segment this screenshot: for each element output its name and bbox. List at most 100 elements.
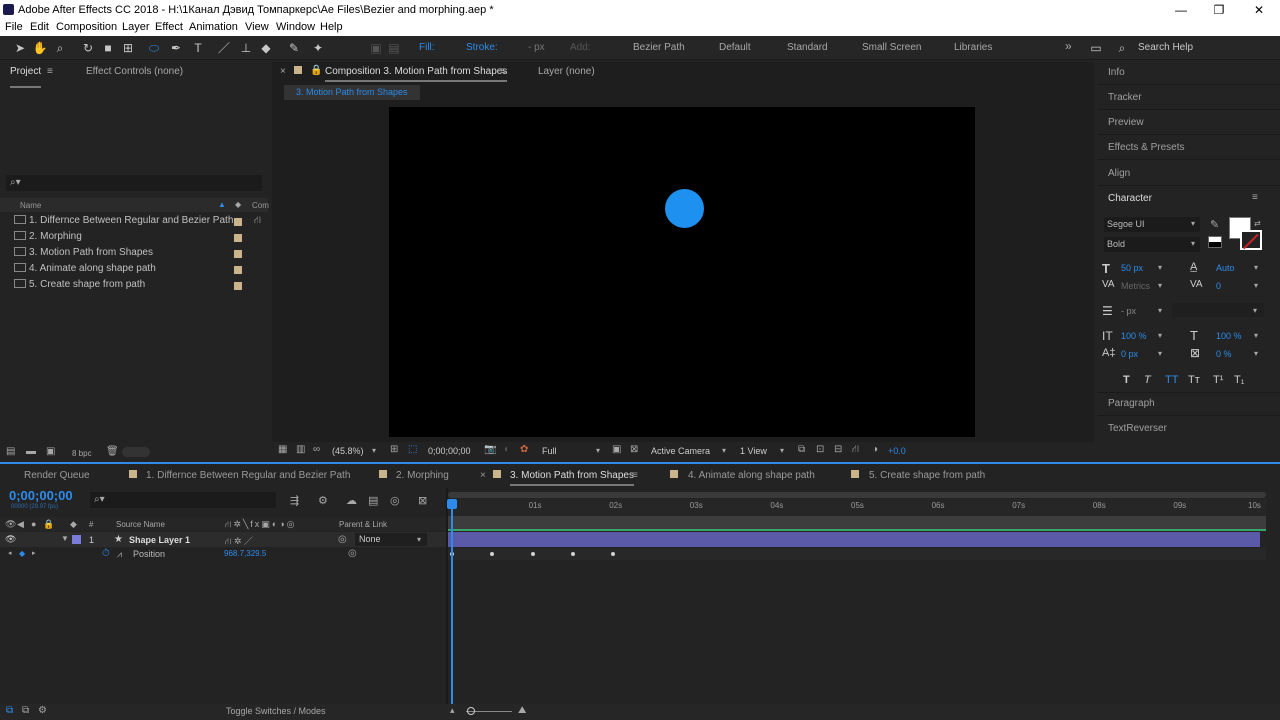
stroke-width-value[interactable]: - px	[528, 42, 545, 53]
column-comment[interactable]: Com	[252, 201, 269, 210]
prev-keyframe-icon[interactable]: ◂	[8, 549, 12, 557]
layer-switches-pane-icon[interactable]: ⧉	[6, 705, 13, 716]
transfer-controls-pane-icon[interactable]: ⧉	[22, 705, 29, 716]
camera-tool-icon[interactable]: ■	[100, 40, 116, 56]
project-search-input[interactable]: ⌕▾	[6, 175, 262, 191]
chevron-down-icon[interactable]: ▾	[1158, 306, 1162, 315]
rotation-tool-icon[interactable]: ↻	[80, 40, 96, 56]
sync-settings-icon[interactable]: ▭	[1088, 40, 1104, 56]
view-layout-dropdown[interactable]: 1 View	[740, 446, 767, 456]
composition-menu-icon[interactable]: ≡	[500, 66, 506, 77]
motion-blur-icon[interactable]: ◎	[390, 494, 400, 507]
zoom-out-icon[interactable]: ▴	[450, 705, 455, 716]
toggle-switches-modes-button[interactable]: Toggle Switches / Modes	[226, 706, 326, 716]
menu-composition[interactable]: Composition	[56, 21, 117, 33]
tsume-field[interactable]: 0 %	[1216, 349, 1232, 359]
faux-italic-button[interactable]: T	[1144, 374, 1151, 386]
chevron-down-icon[interactable]: ▾	[1191, 239, 1195, 248]
label-color-swatch[interactable]	[234, 266, 242, 274]
tab-timeline-comp-4[interactable]: 4. Animate along shape path	[688, 470, 815, 481]
project-item-5[interactable]: 5. Create shape from path	[14, 279, 145, 295]
workspace-small-screen[interactable]: Small Screen	[862, 42, 921, 53]
lock-switch-icon[interactable]: 🔒	[43, 519, 54, 530]
resolution-dropdown[interactable]: Full	[542, 446, 557, 456]
workspace-standard[interactable]: Standard	[787, 42, 828, 53]
ellipse-tool-icon[interactable]: ⬭	[146, 40, 162, 56]
clone-stamp-tool-icon[interactable]: ⊥	[238, 40, 254, 56]
video-switch-icon[interactable]: 👁	[5, 519, 16, 530]
snap-option-icon[interactable]: ▤	[386, 40, 402, 56]
character-menu-icon[interactable]: ≡	[1252, 192, 1258, 203]
project-item-1[interactable]: 1. Differnce Between Regular and Bezier …	[14, 215, 233, 231]
toggle-pixel-aspect-icon[interactable]: ⧉	[798, 444, 805, 455]
chevron-down-icon[interactable]: ▾	[417, 535, 421, 544]
panel-character-title[interactable]: Character	[1108, 193, 1152, 204]
panel-align[interactable]: Align	[1108, 168, 1130, 179]
roto-brush-tool-icon[interactable]: ✎	[286, 40, 302, 56]
timeline-current-time[interactable]: 0;00;00;00	[9, 488, 73, 503]
playhead-handle[interactable]	[447, 499, 457, 509]
chevron-down-icon[interactable]: ▾	[780, 446, 784, 455]
chevron-down-icon[interactable]: ▾	[1254, 281, 1258, 290]
layer-collapse-switch-icon[interactable]: ⛙ ✲ ／	[225, 534, 253, 548]
property-value[interactable]: 968.7,329.5	[224, 549, 266, 558]
tab-timeline-comp-5[interactable]: 5. Create shape from path	[869, 470, 985, 481]
snapshot-camera-icon[interactable]: 📷	[484, 444, 496, 455]
current-time-display[interactable]: 0;00;00;00	[428, 446, 471, 456]
menu-view[interactable]: View	[245, 21, 269, 33]
menu-file[interactable]: File	[5, 21, 23, 33]
new-composition-icon[interactable]: ▣	[46, 446, 55, 457]
expand-triangle-icon[interactable]: ▼	[61, 534, 69, 543]
column-name[interactable]: Name	[20, 201, 41, 210]
small-caps-button[interactable]: Tт	[1188, 374, 1200, 386]
label-color-swatch[interactable]	[234, 282, 242, 290]
panel-tracker[interactable]: Tracker	[1108, 92, 1142, 103]
region-of-interest-icon[interactable]: ⬚	[408, 444, 417, 455]
chevron-down-icon[interactable]: ▾	[1254, 263, 1258, 272]
timeline-icon[interactable]: ⊟	[834, 444, 842, 455]
tab-effect-controls[interactable]: Effect Controls (none)	[86, 66, 183, 88]
label-column-icon[interactable]: ◆	[235, 200, 241, 209]
stopwatch-icon[interactable]: ⏱	[102, 548, 110, 559]
transparency-grid-icon[interactable]: ⊠	[630, 444, 638, 455]
leading-field[interactable]: Auto	[1216, 263, 1235, 273]
search-help-field[interactable]: Search Help	[1138, 42, 1193, 53]
all-caps-button[interactable]: TT	[1165, 374, 1178, 386]
chevron-down-icon[interactable]: ▾	[372, 446, 376, 455]
tab-layer[interactable]: Layer (none)	[538, 66, 595, 77]
zoom-in-icon[interactable]: ⛰	[518, 705, 526, 716]
stroke-width-field[interactable]: - px	[1121, 306, 1136, 316]
color-channels-icon[interactable]: ✿	[520, 444, 528, 455]
current-time-indicator[interactable]	[451, 500, 453, 704]
composition-viewer[interactable]	[389, 107, 975, 437]
eye-icon[interactable]: 👁	[5, 534, 16, 545]
mask-visibility-icon[interactable]: ∞	[313, 444, 320, 455]
panel-info[interactable]: Info	[1108, 67, 1125, 78]
3d-view-icon[interactable]: ▥	[296, 444, 305, 455]
tab-render-queue[interactable]: Render Queue	[24, 470, 90, 481]
show-snapshot-icon[interactable]: ◐	[504, 444, 510, 455]
font-style-select[interactable]: Bold	[1104, 237, 1200, 252]
tab-composition[interactable]: Composition 3. Motion Path from Shapes	[325, 66, 508, 82]
shape-layer-circle[interactable]	[665, 189, 704, 228]
bpc-button[interactable]: 8 bpc	[72, 449, 92, 458]
project-item-4[interactable]: 4. Animate along shape path	[14, 263, 156, 279]
chevron-down-icon[interactable]: ▾	[1191, 219, 1195, 228]
timeline-tab-menu-icon[interactable]: ≡	[632, 470, 638, 481]
zoom-level-dropdown[interactable]: (45.8%)	[332, 446, 364, 456]
pan-behind-tool-icon[interactable]: ⊞	[120, 40, 136, 56]
flowchart-icon[interactable]: ⛙	[852, 444, 859, 457]
tab-timeline-comp-3[interactable]: 3. Motion Path from Shapes	[510, 470, 634, 486]
kerning-field[interactable]: Metrics	[1121, 281, 1150, 291]
column-parent-link[interactable]: Parent & Link	[339, 520, 387, 529]
exposure-icon[interactable]: ◑	[872, 444, 878, 455]
chevron-down-icon[interactable]: ▾	[1158, 281, 1162, 290]
layer-duration-bar[interactable]	[448, 532, 1260, 547]
audio-switch-icon[interactable]: ◀	[17, 519, 24, 530]
tab-project[interactable]: Project	[10, 66, 42, 88]
stroke-position-select[interactable]	[1172, 303, 1264, 317]
close-button[interactable]: ✕	[1244, 2, 1274, 18]
panel-effects-presets[interactable]: Effects & Presets	[1108, 142, 1185, 153]
project-item-3[interactable]: 3. Motion Path from Shapes	[14, 247, 153, 263]
label-column-icon[interactable]: ◆	[70, 519, 77, 530]
